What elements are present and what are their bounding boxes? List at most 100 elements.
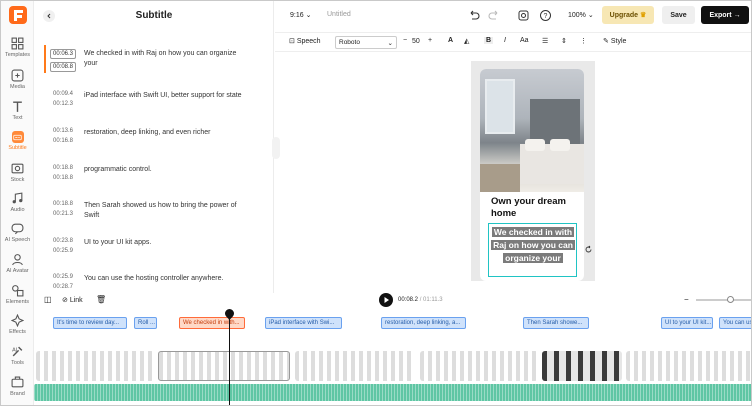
subtitle-row[interactable]: 00:09.4 00:12.3 iPad interface with Swif… [34,89,274,121]
save-button[interactable]: Save [662,6,695,24]
rail-subtitle[interactable]: Subtitle [1,131,34,165]
delete-icon[interactable]: 🗑 [96,295,106,304]
panel-collapse-handle[interactable] [272,137,280,159]
zoom-value: 100% [568,12,586,19]
templates-icon [11,37,24,50]
subtitle-row[interactable]: 00:18.8 00:18.8 programmatic control. [34,163,274,195]
end-time[interactable]: 00:25.9 [53,248,73,254]
play-button[interactable] [379,293,393,307]
export-button[interactable]: Export → [701,6,749,24]
timeline-zoom-slider[interactable] [696,299,751,301]
subtitle-chip[interactable]: UI to your UI kit... [661,317,713,329]
effects-icon [11,314,24,327]
rail-ai-avatar[interactable]: AI Avatar [1,253,34,287]
zoom-select[interactable]: 100% ⌄ [568,11,594,19]
rail-audio[interactable]: Audio [1,192,34,226]
rail-stock[interactable]: Stock [1,162,34,196]
rail-templates[interactable]: Templates [1,37,34,71]
subtitle-text[interactable]: We checked in with Raj on how you can or… [84,49,244,69]
zoom-slider-knob[interactable] [726,296,734,303]
help-icon[interactable]: ? [539,9,552,22]
left-sidebar: Templates Media Text Subtitle Stock Audi… [1,1,34,405]
playhead[interactable] [229,311,230,405]
size-increase-button[interactable]: + [428,37,432,44]
text-icon [13,101,22,112]
rail-elements[interactable]: Elements [1,284,34,318]
video-clip[interactable] [626,351,751,381]
speech-button[interactable]: ⊡ Speech [289,37,321,45]
subtitle-chip[interactable]: It's time to review day... [53,317,127,329]
link-button[interactable]: ⊘ Link [62,296,83,304]
subtitle-chip[interactable]: You can us... [719,317,751,329]
project-name[interactable]: Untitled [327,11,351,18]
undo-icon[interactable] [467,9,480,22]
size-decrease-button[interactable]: − [403,37,407,44]
subtitle-text[interactable]: programmatic control. [84,165,244,175]
end-time[interactable]: 00:18.8 [53,175,73,181]
subtitle-chip[interactable]: iPad interface with Swi... [265,317,342,329]
card-title[interactable]: Own your dream home [491,196,571,220]
subtitle-row[interactable]: 00:18.8 00:21.3 Then Sarah showed us how… [34,199,274,231]
text-color-icon[interactable]: A [448,37,453,44]
rail-tools[interactable]: AI Tools [1,345,34,379]
style-button[interactable]: ✎ Style [603,37,626,45]
video-clip[interactable] [295,351,415,381]
start-time[interactable]: 00:13.6 [53,128,73,134]
brush-icon: ✎ [603,38,609,45]
subtitle-row[interactable]: 00:23.8 00:25.9 UI to your UI kit apps. [34,236,274,268]
chevron-down-icon: ⌄ [387,40,393,47]
end-time[interactable]: 00:16.8 [53,138,73,144]
rail-text[interactable]: Text [1,100,34,134]
end-time[interactable]: 00:28.7 [53,284,73,290]
upgrade-button[interactable]: Upgrade ♛ [602,6,654,24]
rail-brand[interactable]: Brand [1,376,34,405]
subtitle-chip[interactable]: We checked in with... [179,317,245,329]
italic-icon[interactable]: I [504,37,506,44]
end-time[interactable]: 00:21.3 [53,211,73,217]
rail-ai-speech[interactable]: AI Speech [1,222,34,256]
subtitle-text[interactable]: iPad interface with Swift UI, better sup… [84,91,244,101]
aspect-ratio-select[interactable]: 9:16 ⌄ [290,11,311,19]
video-clip[interactable] [542,351,622,381]
spacing-icon[interactable]: ⇕ [561,37,567,45]
rail-label: Subtitle [8,145,27,151]
start-time[interactable]: 00:25.9 [53,274,73,280]
split-icon[interactable]: ◫ [44,295,52,304]
video-clip[interactable] [420,351,538,381]
subtitle-text[interactable]: Then Sarah showed us how to bring the po… [84,201,244,221]
subtitle-row[interactable]: 00:13.6 00:16.8 restoration, deep linkin… [34,126,274,158]
crown-icon: ♛ [640,12,647,19]
font-select[interactable]: Roboto ⌄ [335,36,397,49]
start-time[interactable]: 00:23.8 [53,238,73,244]
audio-track[interactable] [34,384,751,401]
start-time[interactable]: 00:09.4 [53,91,73,97]
end-time[interactable]: 00:12.3 [53,101,73,107]
text-case-icon[interactable]: Aa [520,37,529,44]
rail-media[interactable]: Media [1,69,34,103]
redo-icon[interactable] [488,9,501,22]
font-size-value[interactable]: 50 [412,38,420,45]
start-time[interactable]: 00:18.8 [53,201,73,207]
screenshot-icon[interactable] [517,9,530,22]
end-time[interactable]: 00:08.8 [50,62,77,72]
video-clip[interactable] [158,351,290,381]
video-clip[interactable] [36,351,154,381]
rotate-icon[interactable] [584,245,593,254]
subtitle-chip[interactable]: Then Sarah showe... [523,317,589,329]
subtitle-text[interactable]: restoration, deep linking, and even rich… [84,128,244,138]
highlight-icon[interactable]: ◭ [464,37,469,45]
subtitle-chip[interactable]: restoration, deep linking, a... [381,317,466,329]
subtitle-chip[interactable]: Roll ... [134,317,157,329]
subtitle-text[interactable]: UI to your UI kit apps. [84,238,244,248]
caption-text[interactable]: We checked in with Raj on how you can or… [491,226,575,265]
more-options-icon[interactable]: ⋮ [580,37,587,45]
subtitle-text[interactable]: You can use the hosting controller anywh… [84,274,244,284]
start-time[interactable]: 00:06.3 [50,49,77,59]
subtitle-row[interactable]: 00:06.3 00:08.8 We checked in with Raj o… [34,39,274,72]
bold-icon[interactable]: B [484,37,494,44]
start-time[interactable]: 00:18.8 [53,165,73,171]
rail-label: Stock [10,177,25,183]
zoom-out-icon[interactable]: − [684,295,689,304]
rail-effects[interactable]: Effects [1,314,34,348]
align-icon[interactable]: ☰ [542,37,548,45]
